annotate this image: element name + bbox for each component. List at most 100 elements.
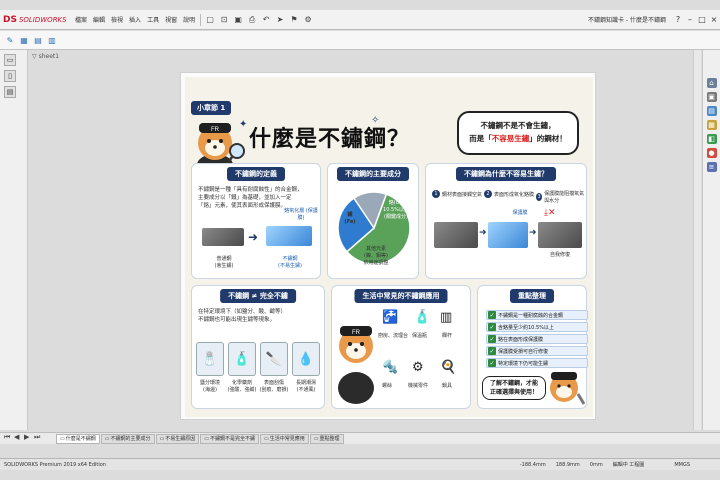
tree-node-label[interactable]: sheet1 <box>39 53 59 60</box>
railing-icon: ▥ <box>440 310 453 325</box>
steel-block-step3 <box>538 222 582 248</box>
view-palette-icon[interactable]: ◧ <box>706 134 717 144</box>
card-title: 不鏽鋼的定義 <box>227 167 285 181</box>
bubble-highlight: 不容易生鏽 <box>491 134 530 143</box>
rebuild-icon[interactable]: ⚑ <box>289 15 299 25</box>
maximize-icon[interactable]: □ <box>696 15 708 24</box>
salt-caption: 鹽分環境 (海邊) <box>199 380 220 393</box>
sheet-tab-icon: ▭ <box>313 435 319 442</box>
drawing-sheet[interactable]: 小章節 1 FR 什麼是不鏽鋼？ ✦ ✧ 不鏽鋼不是不會生鏽， 而是「不容易生鏽… <box>180 72 596 420</box>
menu-view[interactable]: 檢視 <box>108 15 126 24</box>
arrow-right-icon: ➜ <box>479 228 487 238</box>
use-caption: 欄杆 <box>442 333 453 339</box>
sheet-icon[interactable]: ▯ <box>4 70 16 82</box>
new-file-icon[interactable]: ▢ <box>205 15 215 25</box>
self-repair-label: 自我修復 <box>549 252 570 258</box>
sheet-tab-4[interactable]: ▭ 不鏽鋼不是完全不鏽 <box>200 433 259 444</box>
custom-properties-icon[interactable]: ≡ <box>706 162 717 172</box>
minimize-icon[interactable]: – <box>684 15 696 24</box>
pie-label-iron: 鐵 (Fe) <box>344 212 356 225</box>
menu-insert[interactable]: 插入 <box>126 15 144 24</box>
sheet-tab-6[interactable]: ▭ 重點整理 <box>309 433 344 444</box>
summary-row: ✓ 特定環境下仍可能生鏽 <box>486 358 588 368</box>
menu-edit[interactable]: 編輯 <box>90 15 108 24</box>
cookware-icon: 🍳 <box>440 360 457 375</box>
tab-last-icon[interactable]: ⏭ <box>34 433 40 442</box>
task-pane: ⌂ ▣ ▤ ▦ ◧ ● ≡ <box>702 50 720 430</box>
card-summary: 重點整理 ✓ 不鏽鋼是一種耐腐蝕的合金鋼 ✓ 含鉻量至少約10.5%以上 ✓ 鉻在表面… <box>477 285 588 409</box>
chemical-spray-image: 🧴 <box>228 342 256 376</box>
model-view-icon[interactable]: ▦ <box>19 35 29 45</box>
filter-icon[interactable]: ▽ <box>32 53 37 60</box>
sheet-tab-2[interactable]: ▭ 不鏽鋼的主要成分 <box>100 433 155 444</box>
card-title: 生活中常見的不鏽鋼應用 <box>354 289 448 303</box>
sheet-tab-5[interactable]: ▭ 生活中常見應用 <box>260 433 309 444</box>
resources-icon[interactable]: ▣ <box>706 92 717 102</box>
protective-film-label: 保護膜 <box>512 210 528 216</box>
step-1: 1 鋼材表面接觸空氣 <box>432 190 482 198</box>
sparkle-icon: ✦ <box>239 119 248 130</box>
options-gear-icon[interactable]: ⚙ <box>303 15 313 25</box>
card-body: 不鏽鋼是一種「具有耐腐蝕性」的合金鋼， 主要成分以「鐵」為基礎，並加入一定 「鉻… <box>198 187 303 209</box>
menu-tools[interactable]: 工具 <box>144 15 162 24</box>
card-title: 不鏽鋼的主要成分 <box>337 167 409 181</box>
tab-next-icon[interactable]: ▶ <box>24 433 29 441</box>
tree-header: ▽ sheet1 <box>32 53 59 60</box>
card-why-rust-resistant: 不鏽鋼為什麼不容易生鏽？ 1 鋼材表面接觸空氣 2 表面形成氧化鉻膜 3 保護膜能阻擋… <box>425 163 587 279</box>
steel-block-step1 <box>434 222 478 248</box>
status-product: SOLIDWORKS Premium 2019 x64 Edition <box>4 461 106 468</box>
status-y: 188.9mm <box>555 461 580 468</box>
menu-window[interactable]: 視窗 <box>162 15 180 24</box>
sheet-tab-icon: ▭ <box>159 435 165 442</box>
vertical-scrollbar[interactable] <box>693 50 701 430</box>
mascot-pointing: FR <box>338 326 374 404</box>
file-explorer-icon[interactable]: ▦ <box>706 120 717 130</box>
app-window: DS SOLIDWORKS 檔案 編輯 檢視 插入 工具 視窗 說明 ▢ ⊡ ▣… <box>0 0 720 480</box>
check-icon: ✓ <box>488 323 496 331</box>
print-icon[interactable]: ⎙ <box>247 15 257 25</box>
drawing-icon[interactable]: ▭ <box>4 54 16 66</box>
save-icon[interactable]: ▣ <box>233 15 243 25</box>
card-composition: 不鏽鋼的主要成分 鐵 (Fe) 鉻(Cr) 10.5%以上 (關鍵成分) 其他元… <box>327 163 419 279</box>
layers-icon[interactable]: ▤ <box>33 35 43 45</box>
bubble-line2: 而是「不容易生鏽」的鋼材！ <box>469 134 567 143</box>
sheet-tab-1[interactable]: ▭ 什麼是不鏽鋼 <box>56 433 100 444</box>
blocked-arrows-icon: ⤓✕ <box>544 208 556 218</box>
card-title: 重點整理 <box>510 289 554 303</box>
tab-first-icon[interactable]: ⏮ <box>4 433 10 442</box>
sheet-tab-3[interactable]: ▭ 不易生鏽原因 <box>155 433 200 444</box>
machine-part-icon: ⚙ <box>412 360 424 375</box>
undo-icon[interactable]: ↶ <box>261 15 271 25</box>
property-icon[interactable]: ▤ <box>4 86 16 98</box>
help-icon[interactable]: ? <box>672 15 684 24</box>
use-caption: 廚房、流理台 <box>378 333 409 339</box>
select-arrow-icon[interactable]: ➤ <box>275 15 285 25</box>
app-logo[interactable]: DS SOLIDWORKS <box>0 10 72 30</box>
design-library-icon[interactable]: ▤ <box>706 106 717 116</box>
use-caption: 螺絲 <box>382 383 393 389</box>
mascot-wrench <box>550 372 586 405</box>
card-definition: 不鏽鋼的定義 不鏽鋼是一種「具有耐腐蝕性」的合金鋼， 主要成分以「鐵」為基礎，並… <box>191 163 321 279</box>
pie-label-chromium: 鉻(Cr) 10.5%以上 (關鍵成分) <box>383 200 409 220</box>
status-units[interactable]: MMGS <box>674 462 720 468</box>
mascot-cap-label: FR <box>352 330 361 336</box>
card-not-fully-rustproof: 不鏽鋼 ≠ 完全不鏽 在特定環境下（如鹽分、酸、鹼等） 不鏽鋼也可能出現生鏽等現… <box>191 285 325 409</box>
mascot-cap-label: FR <box>211 127 220 133</box>
sketch-icon[interactable]: ✎ <box>5 35 15 45</box>
steel-block-step2 <box>488 222 528 248</box>
toolbar-separator <box>200 13 202 26</box>
command-toolbar: ✎ ▦ ▤ ▥ <box>0 31 720 50</box>
use-caption: 保溫瓶 <box>412 333 428 339</box>
sheet-tab-icon: ▭ <box>104 435 110 442</box>
menu-file[interactable]: 檔案 <box>72 15 90 24</box>
plain-steel-block <box>202 228 244 246</box>
home-icon[interactable]: ⌂ <box>706 78 717 88</box>
annotation-icon[interactable]: ▥ <box>47 35 57 45</box>
tab-prev-icon[interactable]: ◀ <box>14 433 19 441</box>
plain-steel-caption: 普通鋼 (會生鏽) <box>214 256 234 269</box>
appearances-icon[interactable]: ● <box>706 148 717 158</box>
close-icon[interactable]: × <box>708 15 720 24</box>
menu-help[interactable]: 說明 <box>180 15 198 24</box>
open-file-icon[interactable]: ⊡ <box>219 15 229 25</box>
headline-bubble: 不鏽鋼不是不會生鏽， 而是「不容易生鏽」的鋼材！ <box>457 111 579 155</box>
